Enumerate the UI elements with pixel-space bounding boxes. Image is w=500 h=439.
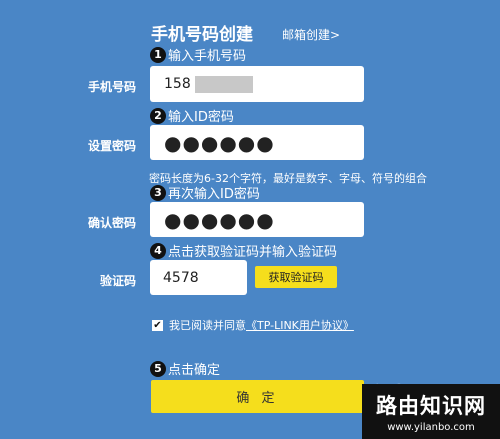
confirm-password-value: ●●●●●● — [164, 207, 275, 232]
verification-code-label: 验证码 — [99, 274, 136, 288]
password-input[interactable]: ●●●●●● — [150, 125, 364, 160]
phone-value: 158 — [164, 76, 191, 92]
watermark: 路由知识网 www.yilanbo.com — [362, 384, 500, 439]
step-text: 再次输入ID密码 — [168, 187, 260, 202]
step-2-instruction: 2 输入ID密码 — [150, 106, 234, 125]
step-text: 输入ID密码 — [168, 110, 234, 125]
phone-mask — [194, 75, 253, 93]
page-title: 手机号码创建 — [151, 25, 253, 45]
step-number-badge: 3 — [150, 184, 166, 201]
phone-input[interactable]: 158 — [150, 66, 364, 102]
step-3-instruction: 3 再次输入ID密码 — [150, 183, 260, 202]
confirm-password-input[interactable]: ●●●●●● — [150, 202, 364, 237]
step-text: 输入手机号码 — [168, 49, 247, 64]
step-text: 点击确定 — [168, 363, 221, 378]
watermark-url: www.yilanbo.com — [387, 422, 475, 433]
agreement-link[interactable]: 《TP-LINK用户协议》 — [246, 317, 354, 333]
password-value: ●●●●●● — [164, 130, 275, 155]
step-number-badge: 1 — [150, 46, 166, 63]
confirm-password-label: 确认密码 — [87, 216, 136, 230]
step-text: 点击获取验证码并输入验证码 — [168, 245, 338, 260]
step-5-instruction: 5 点击确定 — [150, 359, 220, 378]
get-code-button[interactable]: 获取验证码 — [255, 266, 337, 288]
verification-code-input[interactable]: 4578 — [150, 260, 247, 295]
watermark-title: 路由知识网 — [376, 394, 486, 418]
password-label: 设置密码 — [87, 139, 136, 153]
agreement-text: 我已阅读并同意 — [169, 319, 246, 332]
phone-label: 手机号码 — [87, 80, 136, 94]
confirm-button[interactable]: 确 定 — [151, 380, 364, 413]
step-1-instruction: 1 输入手机号码 — [150, 45, 246, 64]
step-number-badge: 4 — [150, 242, 166, 259]
step-4-instruction: 4 点击获取验证码并输入验证码 — [150, 241, 337, 260]
agreement-checkbox[interactable]: ✔ — [152, 319, 163, 331]
step-number-badge: 2 — [150, 107, 166, 124]
step-number-badge: 5 — [150, 360, 166, 377]
verification-code-value: 4578 — [163, 269, 199, 286]
email-create-link[interactable]: 邮箱创建> — [282, 26, 340, 43]
agreement-row: ✔ 我已阅读并同意 《TP-LINK用户协议》 — [152, 317, 354, 333]
